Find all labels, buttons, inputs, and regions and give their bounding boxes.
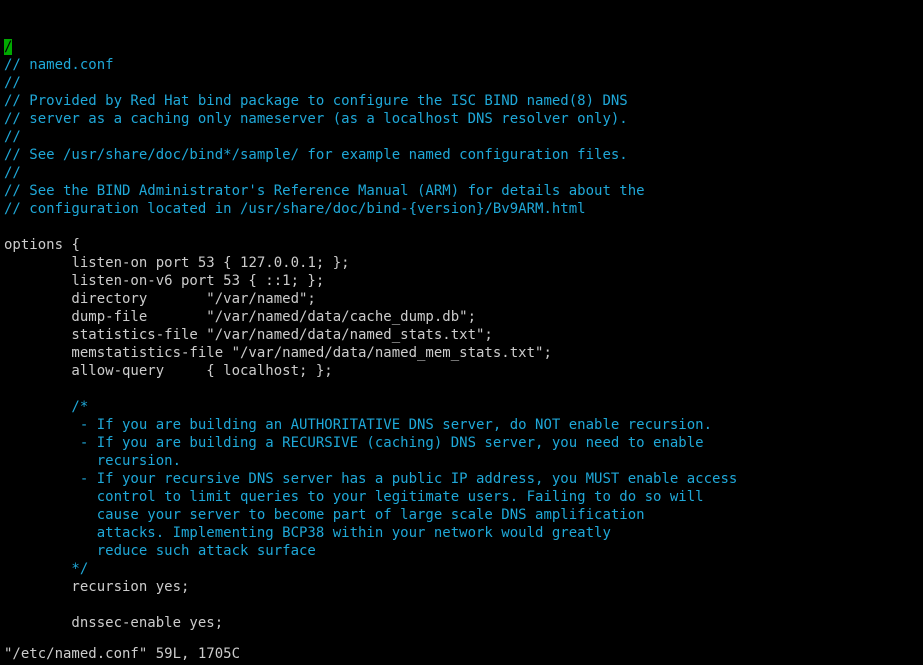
code-line: // bbox=[4, 164, 919, 182]
code-line: directory "/var/named"; bbox=[4, 290, 919, 308]
code-line: */ bbox=[4, 560, 919, 578]
code-line: // Provided by Red Hat bind package to c… bbox=[4, 92, 919, 110]
editor-viewport[interactable]: /// named.conf//// Provided by Red Hat b… bbox=[0, 0, 923, 665]
code-line: - If your recursive DNS server has a pub… bbox=[4, 470, 919, 488]
editor-buffer: /// named.conf//// Provided by Red Hat b… bbox=[4, 38, 919, 632]
code-line: control to limit queries to your legitim… bbox=[4, 488, 919, 506]
code-line: options { bbox=[4, 236, 919, 254]
code-line: memstatistics-file "/var/named/data/name… bbox=[4, 344, 919, 362]
code-line: statistics-file "/var/named/data/named_s… bbox=[4, 326, 919, 344]
code-line: - If you are building a RECURSIVE (cachi… bbox=[4, 434, 919, 452]
code-line bbox=[4, 596, 919, 614]
code-line: attacks. Implementing BCP38 within your … bbox=[4, 524, 919, 542]
code-line bbox=[4, 218, 919, 236]
code-line: allow-query { localhost; }; bbox=[4, 362, 919, 380]
code-line: reduce such attack surface bbox=[4, 542, 919, 560]
code-line: // bbox=[4, 128, 919, 146]
status-line: "/etc/named.conf" 59L, 1705C bbox=[4, 645, 240, 663]
code-line: cause your server to become part of larg… bbox=[4, 506, 919, 524]
code-line: listen-on-v6 port 53 { ::1; }; bbox=[4, 272, 919, 290]
code-line bbox=[4, 380, 919, 398]
cursor: / bbox=[4, 39, 12, 55]
code-line: dnssec-enable yes; bbox=[4, 614, 919, 632]
code-line: dump-file "/var/named/data/cache_dump.db… bbox=[4, 308, 919, 326]
code-line: // bbox=[4, 74, 919, 92]
code-line: - If you are building an AUTHORITATIVE D… bbox=[4, 416, 919, 434]
code-line: // See /usr/share/doc/bind*/sample/ for … bbox=[4, 146, 919, 164]
code-line: // configuration located in /usr/share/d… bbox=[4, 200, 919, 218]
code-line: /* bbox=[4, 398, 919, 416]
code-line: / bbox=[4, 38, 919, 56]
code-line: recursion yes; bbox=[4, 578, 919, 596]
code-line: listen-on port 53 { 127.0.0.1; }; bbox=[4, 254, 919, 272]
code-line: // server as a caching only nameserver (… bbox=[4, 110, 919, 128]
code-line: recursion. bbox=[4, 452, 919, 470]
code-line: // See the BIND Administrator's Referenc… bbox=[4, 182, 919, 200]
code-line: // named.conf bbox=[4, 56, 919, 74]
